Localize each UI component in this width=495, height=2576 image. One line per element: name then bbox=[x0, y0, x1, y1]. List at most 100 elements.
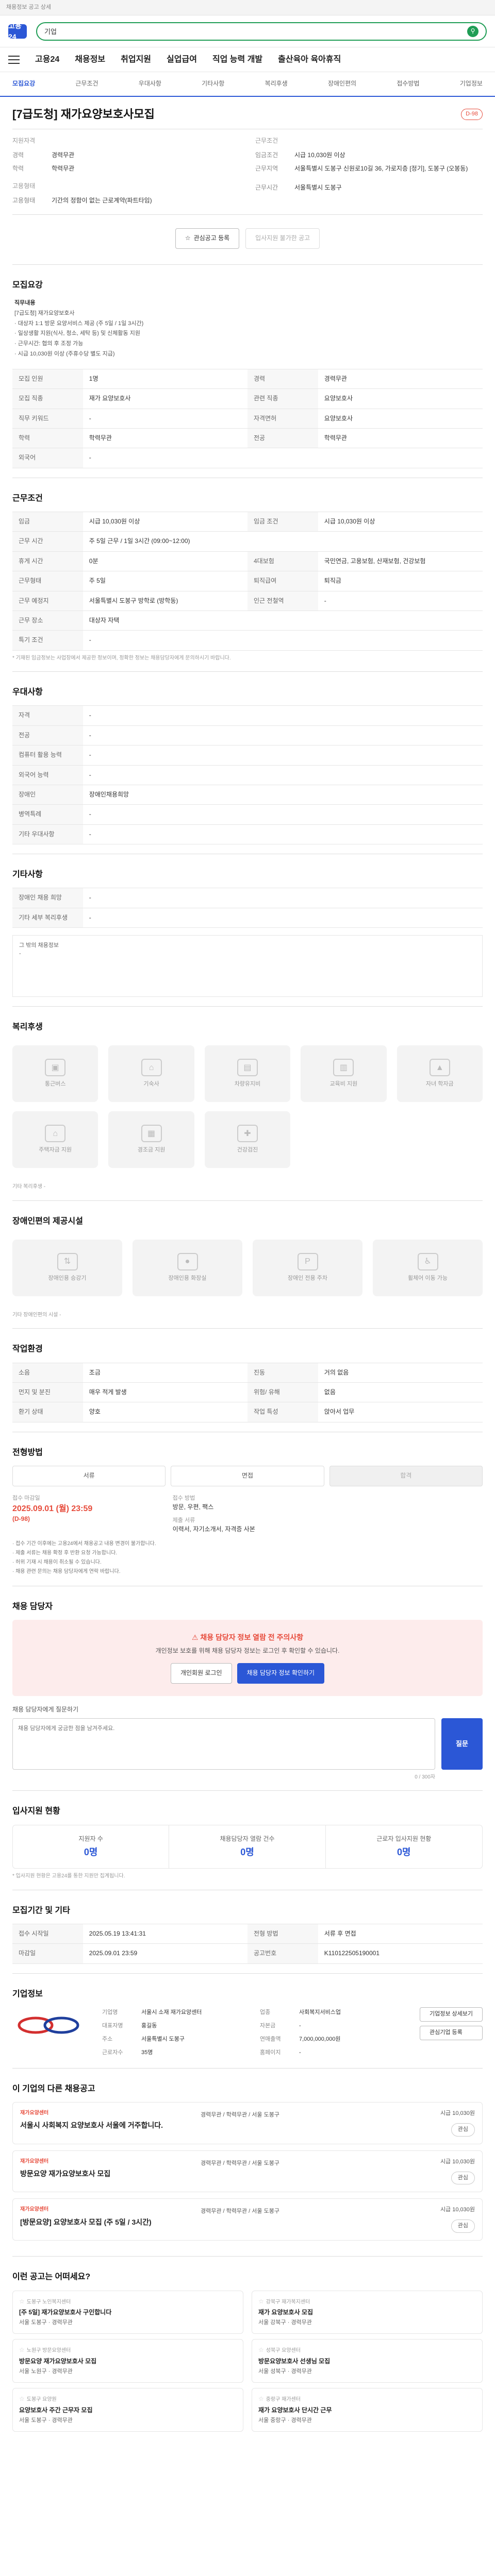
recommend-card[interactable]: ☆ 노원구 방문요양센터 방문요양 재가요양보호사 모집 서울 노원구 · 경력무관 bbox=[12, 2339, 243, 2383]
star-icon[interactable]: ☆ bbox=[19, 2298, 25, 2305]
elevator-icon: ⇅ bbox=[57, 1252, 78, 1270]
job-card-save-button[interactable]: 관심 bbox=[451, 2123, 475, 2137]
company-detail-button[interactable]: 기업정보 상세보기 bbox=[419, 2007, 483, 2022]
facility-item: ⇅ 장애인용 승강기 bbox=[12, 1239, 122, 1296]
job-card-save-button[interactable]: 관심 bbox=[451, 2219, 475, 2233]
recommend-title[interactable]: 재가 요양보호사 모집 bbox=[258, 2308, 476, 2317]
job-card[interactable]: 재가요양센터 [방문요양] 요양보호사 모집 (주 5일 / 3시간) 경력무관 … bbox=[12, 2198, 483, 2241]
recruit-heading: 모집요강 bbox=[12, 280, 43, 290]
company-section: 기업정보 기업명 서울시 소재 재가요양센터 업종 사회복지서비스업 대표자명 홍길동… bbox=[12, 1974, 483, 2069]
company-label: 자본금 bbox=[259, 2022, 276, 2029]
recommend-title[interactable]: 재가 요양보호사 단시간 근무 bbox=[258, 2406, 476, 2415]
tab-welfare[interactable]: 복리후생 bbox=[265, 79, 288, 88]
recommend-title[interactable]: 방문요양보호사 선생님 모집 bbox=[258, 2357, 476, 2366]
question-submit-button[interactable]: 질문 bbox=[441, 1718, 483, 1770]
company-label: 연매출액 bbox=[259, 2036, 281, 2042]
company-logo bbox=[12, 2007, 90, 2043]
recommend-card[interactable]: ☆ 성북구 요양센터 방문요양보호사 선생님 모집 서울 성북구 · 경력무관 bbox=[252, 2339, 483, 2383]
similar-heading: 이 기업의 다른 채용공고 bbox=[12, 2084, 95, 2093]
welfare-label: 자녀 학자금 bbox=[425, 1081, 454, 1088]
welfare-item: ▦ 경조금 지원 bbox=[108, 1111, 194, 1168]
question-input[interactable] bbox=[12, 1718, 435, 1770]
conditions-table: 임금 시급 10,030원 이상 임금 조건 시급 10,030원 이상 근무 시간 주… bbox=[12, 511, 483, 651]
recommend-card[interactable]: ☆ 중랑구 재가센터 재가 요양보호사 단시간 근무 서울 중랑구 · 경력무관 bbox=[252, 2388, 483, 2432]
tab-etc[interactable]: 기타사항 bbox=[202, 79, 224, 88]
login-button[interactable]: 개인회원 로그인 bbox=[170, 1663, 232, 1684]
job-card[interactable]: 재가요양센터 방문요양 재가요양보호사 모집 경력무관 / 학력무관 / 서울 도… bbox=[12, 2150, 483, 2193]
desc-line: · 일상생활 지원(식사, 청소, 세탁 등) 및 신체활동 지원 bbox=[14, 330, 140, 337]
row-label: 퇴직급여 bbox=[247, 571, 318, 591]
disabled-extra-label: 기타 장애인편의 시설 bbox=[12, 1312, 58, 1318]
row-value: 국민연금, 고용보험, 산재보험, 건강보험 bbox=[318, 551, 483, 572]
row-value: 2025.05.19 13:41:31 bbox=[82, 1923, 248, 1944]
recommend-card[interactable]: ☆ 도봉구 노인복지센터 [주 5일] 재가요양보호사 구인합니다 서울 도봉구 · … bbox=[12, 2290, 243, 2334]
company-follow-button[interactable]: 관심기업 등록 bbox=[419, 2025, 483, 2040]
recommend-title[interactable]: [주 5일] 재가요양보호사 구인합니다 bbox=[19, 2308, 237, 2317]
tab-company[interactable]: 기업정보 bbox=[460, 79, 483, 88]
period-heading: 모집기간 및 기타 bbox=[12, 1906, 70, 1915]
star-icon[interactable]: ☆ bbox=[19, 2395, 25, 2402]
tab-apply[interactable]: 접수방법 bbox=[397, 79, 419, 88]
stat-value: 0명 bbox=[84, 1847, 98, 1857]
tab-preferred[interactable]: 우대사항 bbox=[139, 79, 161, 88]
tab-recruit[interactable]: 모집요강 bbox=[12, 79, 35, 88]
row-label: 휴게 시간 bbox=[12, 551, 83, 572]
career-value: 경력무관 bbox=[52, 151, 75, 159]
menu-icon[interactable] bbox=[8, 55, 20, 64]
conditions-heading: 근무조건 bbox=[12, 494, 43, 503]
row-value: 대상자 자택 bbox=[82, 610, 483, 631]
view-contact-button[interactable]: 채용 담당자 정보 확인하기 bbox=[237, 1663, 325, 1684]
recommend-card[interactable]: ☆ 강북구 재가복지센터 재가 요양보호사 모집 서울 강북구 · 경력무관 bbox=[252, 2290, 483, 2334]
site-logo[interactable]: 고용24 bbox=[8, 22, 27, 41]
stat-value: 0명 bbox=[240, 1847, 254, 1857]
tab-disabled[interactable]: 장애인편의 bbox=[328, 79, 356, 88]
nav-item-benefit[interactable]: 실업급여 bbox=[167, 54, 197, 65]
job-card-title[interactable]: 방문요양 재가요양보호사 모집 bbox=[20, 2168, 190, 2179]
apply-label: 입사지원 불가한 공고 bbox=[255, 234, 310, 242]
question-box: 질문 bbox=[12, 1718, 483, 1770]
welfare-item: ▥ 교육비 지원 bbox=[301, 1045, 387, 1103]
star-icon[interactable]: ☆ bbox=[258, 2346, 264, 2353]
tab-conditions[interactable]: 근무조건 bbox=[75, 79, 98, 88]
nav-item-support[interactable]: 취업지원 bbox=[121, 54, 151, 65]
recommend-title[interactable]: 방문요양 재가요양보호사 모집 bbox=[19, 2357, 237, 2366]
welfare-label: 경조금 지원 bbox=[137, 1147, 166, 1154]
star-icon[interactable]: ☆ bbox=[258, 2298, 264, 2305]
row-label: 작업 특성 bbox=[247, 1402, 318, 1422]
nav-item-jobs[interactable]: 채용정보 bbox=[75, 54, 105, 65]
etc-table: 장애인 채용 희망 - 기타 세부 복리후생 - bbox=[12, 888, 483, 928]
job-card-title[interactable]: [방문요양] 요양보호사 모집 (주 5일 / 3시간) bbox=[20, 2217, 190, 2227]
job-card-save-button[interactable]: 관심 bbox=[451, 2171, 475, 2185]
row-label: 먼지 및 분진 bbox=[12, 1382, 83, 1403]
facility-item: ● 장애인용 화장실 bbox=[133, 1239, 242, 1296]
recommend-title[interactable]: 요양보호사 주간 근무자 모집 bbox=[19, 2406, 237, 2415]
job-card-info: 경력무관 / 학력무관 / 서울 도봉구 bbox=[201, 2160, 279, 2166]
job-card[interactable]: 재가요양센터 서울시 사회복지 요양보호사 서울에 거주합니다. 경력무관 / 학… bbox=[12, 2102, 483, 2144]
deadline-dday: (D-98) bbox=[12, 1515, 30, 1523]
row-value: 없음 bbox=[318, 1382, 483, 1403]
workplace-heading: 작업환경 bbox=[12, 1345, 43, 1354]
save-job-button[interactable]: ☆ 관심공고 등록 bbox=[175, 228, 240, 249]
welfare-extra: 기타 복리후생 - bbox=[12, 1183, 483, 1191]
welfare-grid: ▣ 통근버스 ⌂ 기숙사 ▤ 차량유지비 ▥ 교육비 지원 ▲ 자녀 학자금 ⌂ 주택자금 … bbox=[12, 1040, 483, 1173]
star-icon[interactable]: ☆ bbox=[258, 2395, 264, 2402]
nav-item-home[interactable]: 고용24 bbox=[35, 54, 59, 65]
star-icon[interactable]: ☆ bbox=[19, 2346, 25, 2353]
recommend-card[interactable]: ☆ 도봉구 요양원 요양보호사 주간 근무자 모집 서울 도봉구 · 경력무관 bbox=[12, 2388, 243, 2432]
edu-label: 학력 bbox=[12, 164, 24, 172]
search-box[interactable]: ⚲ bbox=[36, 22, 487, 41]
recommend-meta: 서울 도봉구 · 경력무관 bbox=[19, 2319, 73, 2326]
row-label: 전형 방법 bbox=[247, 1923, 318, 1944]
row-value: - bbox=[82, 824, 483, 845]
docs-value: 이력서, 자기소개서, 자격증 사본 bbox=[172, 1526, 255, 1533]
job-card-title[interactable]: 서울시 사회복지 요양보호사 서울에 거주합니다. bbox=[20, 2120, 190, 2130]
row-value: 조금 bbox=[82, 1362, 248, 1383]
search-input[interactable] bbox=[44, 27, 463, 35]
row-label: 공고번호 bbox=[247, 1943, 318, 1964]
apply-disabled-button[interactable]: 입사지원 불가한 공고 bbox=[245, 228, 320, 249]
search-icon[interactable]: ⚲ bbox=[467, 25, 478, 37]
nav-item-training[interactable]: 직업 능력 개발 bbox=[212, 54, 262, 65]
row-value: 학력무관 bbox=[318, 428, 483, 449]
job-card-info: 경력무관 / 학력무관 / 서울 도봉구 bbox=[201, 2208, 279, 2215]
nav-item-parental[interactable]: 출산육아 육아휴직 bbox=[278, 54, 341, 65]
